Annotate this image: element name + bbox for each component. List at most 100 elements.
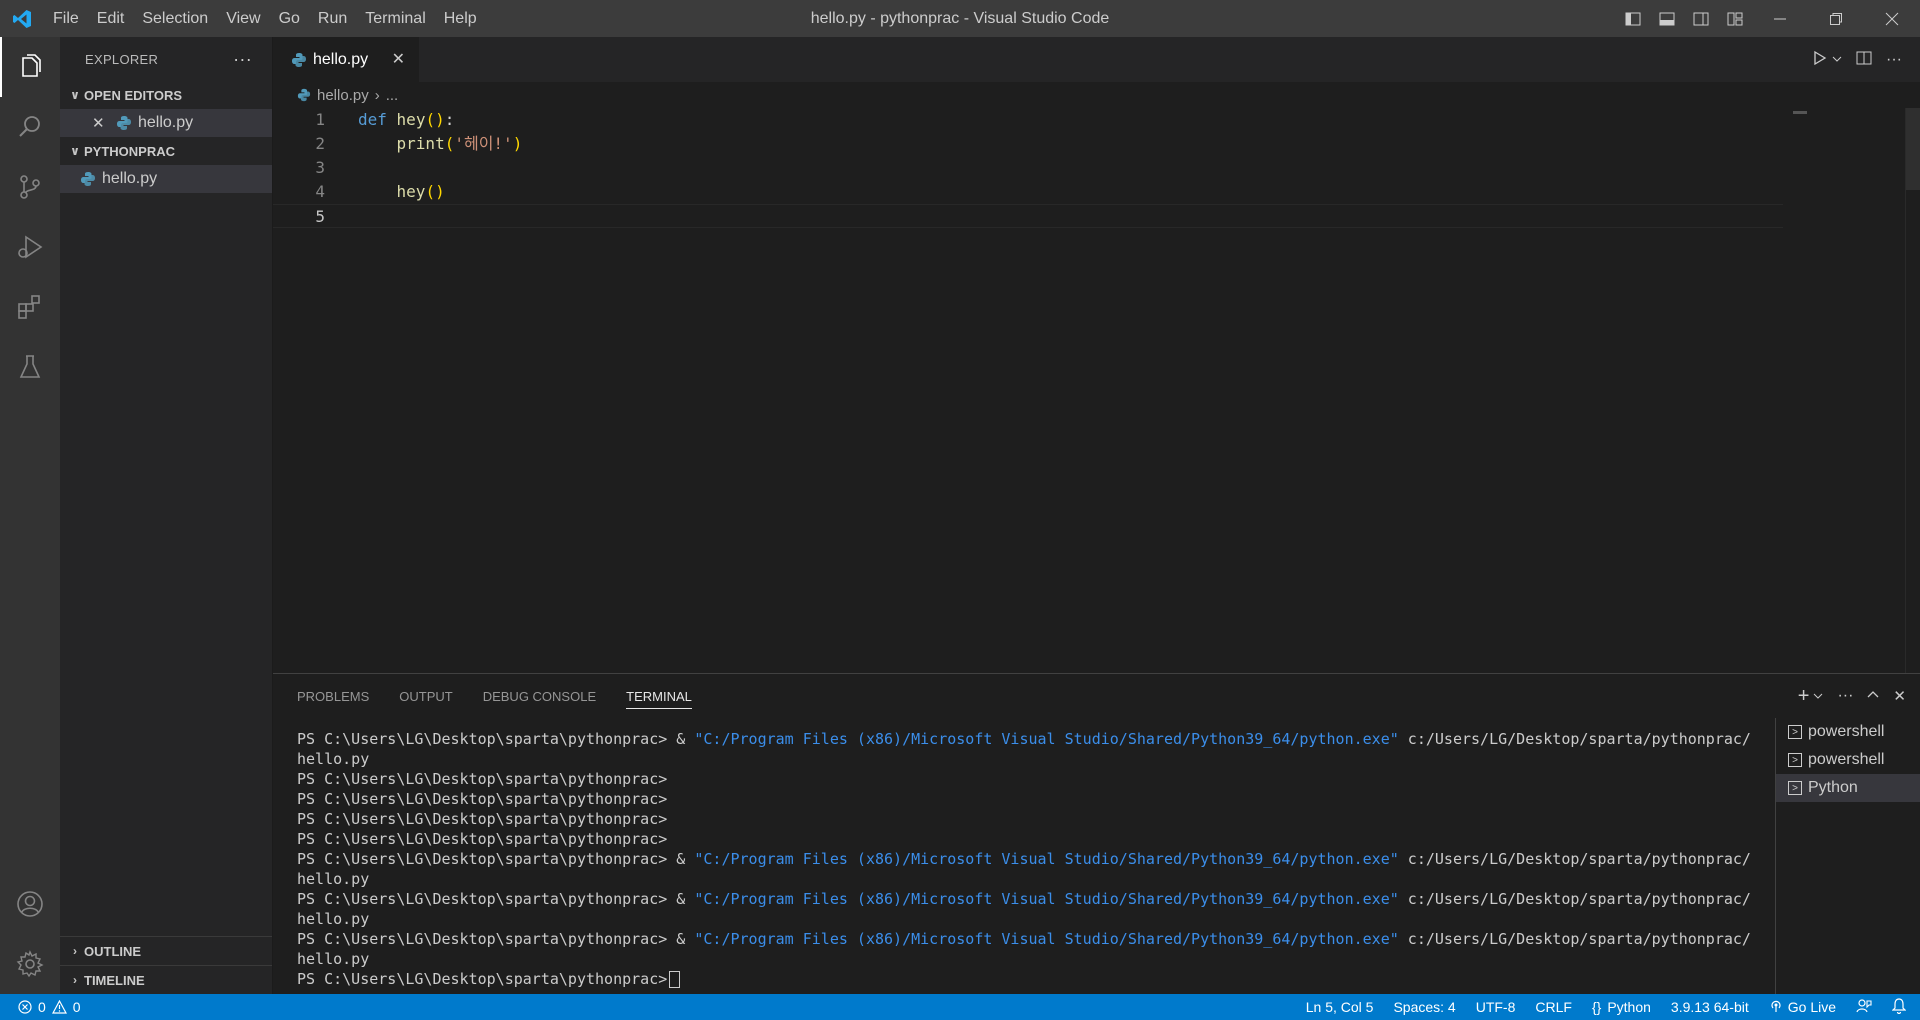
restore-icon[interactable] xyxy=(1808,0,1864,37)
menu-terminal[interactable]: Terminal xyxy=(356,0,434,37)
python-interpreter[interactable]: 3.9.13 64-bit xyxy=(1671,999,1749,1015)
close-editor-icon[interactable]: ✕ xyxy=(92,114,108,132)
split-editor-icon[interactable] xyxy=(1856,50,1872,70)
terminal-icon: > xyxy=(1788,753,1802,767)
tab-hello-py[interactable]: hello.py ✕ xyxy=(273,37,419,82)
terminal-output[interactable]: PS C:\Users\LG\Desktop\sparta\pythonprac… xyxy=(297,729,1777,989)
project-section[interactable]: ∨ PYTHONPRAC xyxy=(60,137,272,165)
open-editor-item[interactable]: ✕ hello.py xyxy=(60,109,272,137)
explorer-icon[interactable] xyxy=(0,37,60,97)
language-mode[interactable]: {} Python xyxy=(1592,999,1651,1015)
menu-selection[interactable]: Selection xyxy=(133,0,217,37)
python-file-icon xyxy=(297,88,311,102)
terminal-line: hello.py xyxy=(297,870,370,888)
menu-run[interactable]: Run xyxy=(309,0,356,37)
minimap[interactable] xyxy=(1793,111,1807,114)
extensions-icon[interactable] xyxy=(0,277,60,337)
error-icon xyxy=(18,1000,32,1014)
code-editor[interactable]: 1 def hey(): 2 print('헤이!') 3 4 hey() 5 xyxy=(273,108,1920,673)
manage-gear-icon[interactable] xyxy=(0,934,60,994)
open-editor-name: hello.py xyxy=(138,114,194,131)
line-number: 4 xyxy=(315,182,325,201)
tab-output[interactable]: OUTPUT xyxy=(399,674,452,718)
line-number: 5 xyxy=(315,207,325,226)
end-of-line[interactable]: CRLF xyxy=(1535,999,1572,1015)
tab-problems[interactable]: PROBLEMS xyxy=(297,674,369,718)
line-number: 3 xyxy=(315,158,325,177)
line-number: 2 xyxy=(315,134,325,153)
vscode-logo-icon xyxy=(0,0,44,37)
terminal-line: PS C:\Users\LG\Desktop\sparta\pythonprac… xyxy=(297,850,1751,868)
indentation[interactable]: Spaces: 4 xyxy=(1393,999,1455,1015)
cursor-position[interactable]: Ln 5, Col 5 xyxy=(1306,999,1374,1015)
outline-section[interactable]: › OUTLINE xyxy=(60,936,272,965)
menu-bar: File Edit Selection View Go Run Terminal… xyxy=(44,0,486,37)
outline-label: OUTLINE xyxy=(84,943,142,959)
open-editors-section[interactable]: ∨ OPEN EDITORS xyxy=(60,81,272,109)
terminal-line: hello.py xyxy=(297,910,370,928)
breadcrumb-file[interactable]: hello.py xyxy=(317,87,369,104)
menu-file[interactable]: File xyxy=(44,0,88,37)
breadcrumb-symbols[interactable]: ... xyxy=(386,87,399,104)
terminal-list-item[interactable]: > powershell xyxy=(1776,718,1920,746)
testing-flask-icon[interactable] xyxy=(0,337,60,397)
terminal-list-item[interactable]: > Python xyxy=(1776,774,1920,802)
tab-terminal[interactable]: TERMINAL xyxy=(626,674,692,718)
chevron-down-icon[interactable] xyxy=(1813,688,1823,705)
open-editors-label: OPEN EDITORS xyxy=(84,87,183,103)
more-actions-icon[interactable]: ··· xyxy=(1886,51,1902,69)
feedback-icon[interactable] xyxy=(1856,998,1872,1017)
toggle-panel-icon[interactable] xyxy=(1650,0,1684,37)
toggle-primary-sidebar-icon[interactable] xyxy=(1616,0,1650,37)
problems-indicator[interactable]: 0 0 xyxy=(0,999,81,1015)
error-count: 0 xyxy=(38,999,46,1015)
terminal-cursor xyxy=(669,971,681,988)
close-tab-icon[interactable]: ✕ xyxy=(392,49,405,69)
terminal-line: PS C:\Users\LG\Desktop\sparta\pythonprac… xyxy=(297,790,668,808)
menu-help[interactable]: Help xyxy=(435,0,486,37)
breadcrumb: hello.py › ... xyxy=(273,82,1920,108)
go-live-button[interactable]: Go Live xyxy=(1769,999,1836,1016)
menu-view[interactable]: View xyxy=(217,0,269,37)
menu-go[interactable]: Go xyxy=(270,0,309,37)
terminal-list-item[interactable]: > powershell xyxy=(1776,746,1920,774)
menu-edit[interactable]: Edit xyxy=(88,0,134,37)
scrollbar-thumb[interactable] xyxy=(1906,108,1920,190)
close-panel-icon[interactable]: ✕ xyxy=(1893,687,1906,705)
tab-debug-console[interactable]: DEBUG CONSOLE xyxy=(483,674,596,718)
terminal-line: hello.py xyxy=(297,950,370,968)
chevron-right-icon: › xyxy=(73,944,77,958)
run-debug-icon[interactable] xyxy=(0,217,60,277)
terminal-line: PS C:\Users\LG\Desktop\sparta\pythonprac… xyxy=(297,890,1751,908)
chevron-down-icon: ∨ xyxy=(70,144,80,158)
run-python-file-icon[interactable] xyxy=(1812,50,1828,70)
maximize-panel-chevron-up-icon[interactable] xyxy=(1867,688,1879,705)
accounts-icon[interactable] xyxy=(0,874,60,934)
code-line: 4 hey() xyxy=(273,180,1783,204)
notifications-bell-icon[interactable] xyxy=(1891,997,1907,1017)
editor-tabs-bar: hello.py ✕ ··· xyxy=(273,37,1920,82)
python-file-icon xyxy=(117,116,131,130)
source-control-icon[interactable] xyxy=(0,157,60,217)
chevron-down-icon[interactable] xyxy=(1832,51,1842,68)
python-file-icon xyxy=(81,172,95,186)
more-actions-icon[interactable]: ··· xyxy=(1837,687,1853,705)
close-window-icon[interactable] xyxy=(1864,0,1920,37)
terminal-line: PS C:\Users\LG\Desktop\sparta\pythonprac… xyxy=(297,770,668,788)
new-terminal-plus-icon[interactable]: + xyxy=(1798,685,1810,708)
timeline-section[interactable]: › TIMELINE xyxy=(60,965,272,994)
search-icon[interactable] xyxy=(0,97,60,157)
customize-layout-icon[interactable] xyxy=(1718,0,1752,37)
warning-count: 0 xyxy=(72,999,81,1015)
minimize-icon[interactable] xyxy=(1752,0,1808,37)
terminal-line: hello.py xyxy=(297,750,370,768)
more-actions-icon[interactable]: ··· xyxy=(233,49,252,70)
file-tree-item[interactable]: hello.py xyxy=(60,165,272,193)
code-bracket: ( xyxy=(444,134,455,153)
encoding[interactable]: UTF-8 xyxy=(1476,999,1516,1015)
toggle-secondary-sidebar-icon[interactable] xyxy=(1684,0,1718,37)
line-number: 1 xyxy=(315,110,325,129)
status-bar: 0 0 Ln 5, Col 5 Spaces: 4 UTF-8 CRLF {} P… xyxy=(0,994,1920,1020)
editor-scrollbar[interactable] xyxy=(1905,108,1920,673)
